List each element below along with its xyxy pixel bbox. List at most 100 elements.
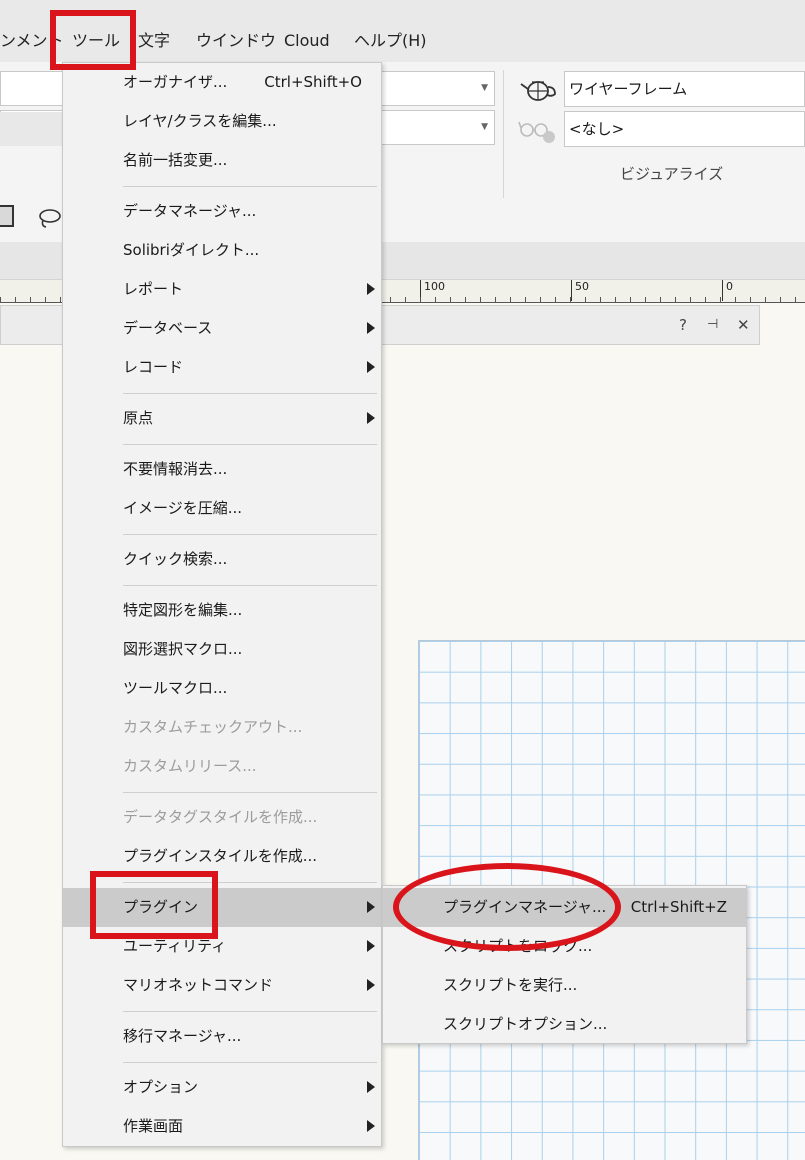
ruler-minor-tick (660, 297, 661, 302)
menu-item-edit-layers-classes[interactable]: レイヤ/クラスを編集... (63, 102, 381, 141)
ruler-minor-tick (540, 297, 541, 302)
submenu-arrow-icon (367, 979, 375, 991)
ribbon-tab-strip (0, 112, 62, 146)
ruler-minor-tick (570, 297, 571, 302)
menu-item-workspace[interactable]: 作業画面 (63, 1107, 381, 1146)
ruler-minor-tick (390, 297, 391, 302)
rectangle-tool-icon[interactable] (0, 205, 14, 227)
ruler-label: 50 (575, 280, 589, 293)
render-mode-field[interactable]: ワイヤーフレーム (564, 71, 805, 107)
menu-item-options[interactable]: オプション (63, 1068, 381, 1107)
menu-separator (123, 534, 377, 535)
chevron-down-icon[interactable]: ▼ (481, 83, 488, 93)
menu-item-label: スクリプトオプション... (443, 1015, 608, 1033)
menu-item-data-manager[interactable]: データマネージャ... (63, 192, 381, 231)
menu-item-selection-macro[interactable]: 図形選択マクロ... (63, 630, 381, 669)
projection-glasses-icon[interactable] (518, 114, 558, 144)
ruler-minor-tick (690, 297, 691, 302)
pin-icon[interactable]: ⊣ (707, 317, 718, 332)
close-icon[interactable]: ✕ (737, 316, 750, 334)
tool-row (0, 152, 62, 242)
menu-item-marionette-commands[interactable]: マリオネットコマンド (63, 966, 381, 1005)
menu-item-label: データベース (123, 319, 213, 337)
ruler-minor-tick (720, 297, 721, 302)
ruler-minor-tick (465, 297, 466, 302)
menu-item-purge[interactable]: 不要情報消去... (63, 450, 381, 489)
menu-item-label: レコード (123, 358, 184, 376)
menu-item-compress-images[interactable]: イメージを圧縮... (63, 489, 381, 528)
submenu-arrow-icon (367, 322, 375, 334)
menu-item-label: データマネージャ... (123, 202, 257, 220)
annotation-tools-menu-highlight (50, 10, 136, 70)
menu-separator (123, 1011, 377, 1012)
menu-separator (123, 393, 377, 394)
menu-item-solibri-direct[interactable]: Solibriダイレクト... (63, 231, 381, 270)
menu-item-shortcut: Ctrl+Shift+O (264, 73, 362, 91)
lasso-tool-icon[interactable] (38, 207, 62, 233)
help-icon[interactable]: ? (679, 316, 687, 334)
menu-item-label: 名前一括変更... (123, 151, 228, 169)
ruler-minor-tick (645, 297, 646, 302)
menu-item-label: 作業画面 (123, 1117, 184, 1135)
projection-field[interactable]: <なし> (564, 111, 805, 147)
menu-item-label: レイヤ/クラスを編集... (123, 112, 277, 130)
menu-item-records[interactable]: レコード (63, 348, 381, 387)
ruler-minor-tick (420, 297, 421, 302)
menu-item-label: カスタムリリース... (123, 757, 257, 775)
ruler-minor-tick (30, 297, 31, 302)
ruler-minor-tick (495, 297, 496, 302)
ruler-minor-tick (15, 297, 16, 302)
menu-item-custom-checkout: カスタムチェックアウト... (63, 708, 381, 747)
menu-item-label: データタグスタイルを作成... (123, 808, 318, 826)
ruler-label: 0 (726, 280, 733, 293)
annotation-plugin-manager-ellipse (393, 863, 621, 951)
menu-item-label: 図形選択マクロ... (123, 640, 243, 658)
menu-item-label: オプション (123, 1078, 199, 1096)
menu-item-tool-macro[interactable]: ツールマクロ... (63, 669, 381, 708)
ruler-minor-tick (60, 297, 61, 302)
menu-item-label: マリオネットコマンド (123, 976, 274, 994)
ruler-minor-tick (615, 297, 616, 302)
ruler-minor-tick (750, 297, 751, 302)
menu-item-migration-manager[interactable]: 移行マネージャ... (63, 1017, 381, 1056)
menu-help[interactable]: ヘルプ(H) (354, 29, 427, 53)
menu-item-shortcut: Ctrl+Shift+Z (630, 898, 727, 916)
menu-item-origin[interactable]: 原点 (63, 399, 381, 438)
menu-item-label: クイック検索... (123, 550, 228, 568)
ruler-major-tick (571, 280, 572, 301)
ruler-minor-tick (705, 297, 706, 302)
ribbon-group-label: ビジュアライズ (620, 165, 724, 183)
menu-item-label: ツールマクロ... (123, 679, 228, 697)
ruler-minor-tick (795, 297, 796, 302)
ruler-minor-tick (405, 297, 406, 302)
ruler-minor-tick (585, 297, 586, 302)
submenu-arrow-icon (367, 1120, 375, 1132)
menu-item-batch-rename[interactable]: 名前一括変更... (63, 141, 381, 180)
menu-window[interactable]: ウインドウ (196, 29, 276, 53)
menu-item-label: レポート (123, 280, 184, 298)
submenu-item-script-options[interactable]: スクリプトオプション... (383, 1005, 746, 1044)
submenu-arrow-icon (367, 940, 375, 952)
menu-item-edit-specific-objects[interactable]: 特定図形を編集... (63, 591, 381, 630)
ruler-label: 100 (424, 280, 445, 293)
chevron-down-icon[interactable]: ▼ (481, 122, 488, 132)
menu-item-label: 特定図形を編集... (123, 601, 243, 619)
menu-item-label: カスタムチェックアウト... (123, 718, 303, 736)
ruler-minor-tick (600, 297, 601, 302)
render-mode-teapot-icon[interactable] (518, 74, 558, 104)
submenu-arrow-icon (367, 1081, 375, 1093)
ruler-minor-tick (675, 297, 676, 302)
menu-item-reports[interactable]: レポート (63, 270, 381, 309)
menu-item-database[interactable]: データベース (63, 309, 381, 348)
menu-item-label: 不要情報消去... (123, 460, 228, 478)
ruler-minor-tick (735, 297, 736, 302)
menu-item-label: スクリプトを実行... (443, 976, 578, 994)
menu-cloud[interactable]: Cloud (284, 29, 330, 53)
submenu-item-run-script[interactable]: スクリプトを実行... (383, 966, 746, 1005)
menu-separator (123, 585, 377, 586)
menu-separator (123, 444, 377, 445)
menu-item-create-data-tag-style: データタグスタイルを作成... (63, 798, 381, 837)
menu-item-label: オーガナイザ... (123, 73, 228, 91)
menu-item-quick-search[interactable]: クイック検索... (63, 540, 381, 579)
menu-text[interactable]: 文字 (138, 29, 170, 53)
